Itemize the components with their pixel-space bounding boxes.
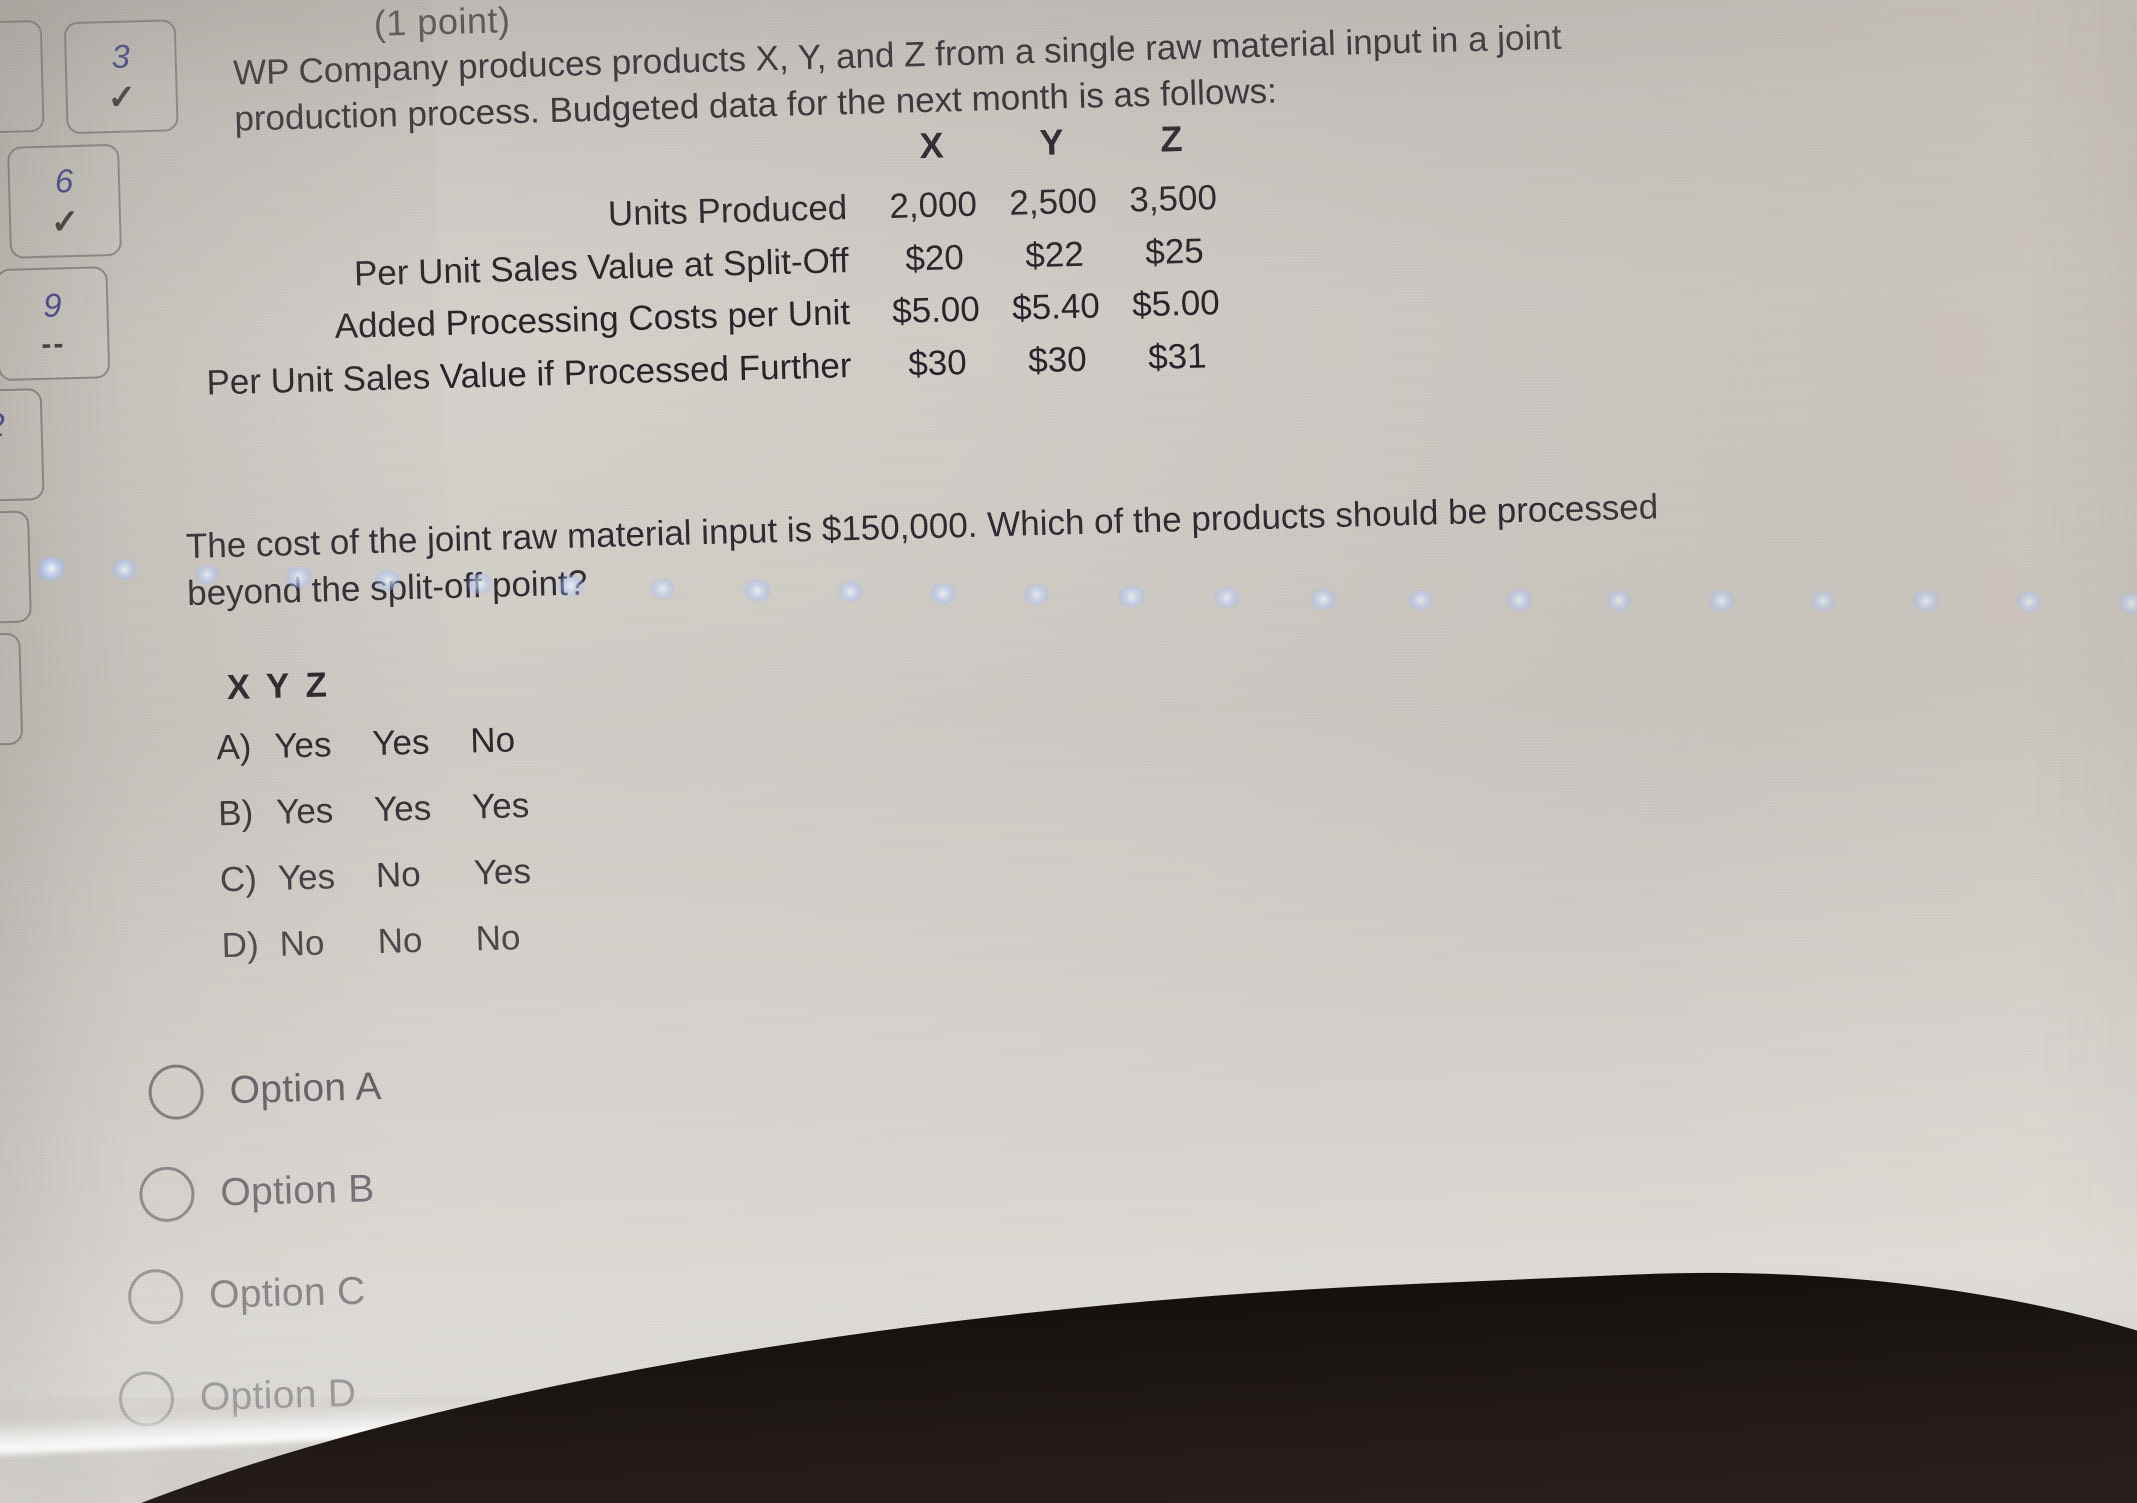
cell-value: $22 bbox=[1024, 234, 1085, 275]
column-header-y: Y bbox=[1038, 121, 1065, 163]
option-label: Option A bbox=[229, 1064, 383, 1112]
choice-cell-x: Yes bbox=[275, 791, 334, 832]
answer-choice-c: C) Yes No Yes bbox=[219, 851, 572, 901]
choice-cell-z: Yes bbox=[471, 785, 530, 827]
key-header-x: X bbox=[226, 667, 267, 708]
radio-button-option-a[interactable] bbox=[147, 1063, 205, 1121]
question-stem-continued: The cost of the joint raw material input… bbox=[185, 487, 1659, 613]
choice-cell-z: No bbox=[469, 720, 516, 761]
sidebar-question-card-partial[interactable] bbox=[0, 632, 24, 748]
question-points-header: (1 point) bbox=[373, 0, 511, 44]
question-number: 3 bbox=[110, 36, 131, 75]
column-header-x: X bbox=[918, 124, 945, 167]
question-number: 6 bbox=[54, 161, 74, 200]
sidebar-question-card-12[interactable]: 12 ✓ bbox=[0, 387, 45, 503]
cell-value: $30 bbox=[1027, 339, 1088, 381]
option-row-a[interactable]: Option A bbox=[147, 1059, 383, 1121]
answered-check-icon: ✓ bbox=[0, 446, 3, 486]
choice-tag: A) bbox=[215, 727, 252, 768]
question-navigator-sidebar: 2 ✓ 3 ✓ 6 ✓ 9 -- 12 ✓ bbox=[0, 0, 2118, 748]
choice-cell-x: No bbox=[279, 923, 325, 964]
question-number: 9 bbox=[42, 285, 63, 324]
choice-tag: C) bbox=[219, 859, 258, 900]
radio-button-option-c[interactable] bbox=[127, 1268, 184, 1325]
key-header-y: Y bbox=[265, 665, 306, 707]
answer-choice-d: D) No No No bbox=[221, 917, 574, 967]
key-header-z: Z bbox=[304, 664, 344, 705]
choice-cell-y: Yes bbox=[373, 788, 432, 830]
sidebar-question-card-2[interactable]: 2 ✓ bbox=[0, 19, 45, 135]
choice-cells: Yes Yes No bbox=[274, 719, 569, 767]
choice-tag: B) bbox=[217, 793, 254, 834]
choice-cell-y: No bbox=[375, 854, 422, 896]
option-label: Option B bbox=[219, 1166, 376, 1214]
choice-cell-x: Yes bbox=[273, 725, 332, 766]
answer-choice-key: XYZ A) Yes Yes No B) Yes Yes Yes C) Yes … bbox=[214, 659, 575, 992]
cell-value: $30 bbox=[907, 342, 968, 384]
choice-cell-z: No bbox=[475, 918, 521, 959]
cell-value: 2,500 bbox=[1008, 181, 1098, 223]
choice-cell-x: Yes bbox=[277, 857, 336, 898]
radio-button-option-b[interactable] bbox=[138, 1166, 196, 1223]
option-row-b[interactable]: Option B bbox=[138, 1161, 385, 1223]
question-number: 12 bbox=[0, 405, 6, 444]
answered-check-icon: ✓ bbox=[106, 77, 137, 117]
cell-value: $31 bbox=[1147, 336, 1208, 377]
choice-cell-y: Yes bbox=[371, 722, 430, 764]
answer-choice-b: B) Yes Yes Yes bbox=[218, 785, 571, 835]
column-header-z: Z bbox=[1159, 118, 1184, 160]
choice-cell-y: No bbox=[377, 920, 423, 962]
sidebar-question-card-5[interactable]: 5 bbox=[0, 510, 32, 626]
sidebar-question-card-9[interactable]: 9 -- bbox=[0, 266, 111, 382]
option-label: Option C bbox=[208, 1269, 367, 1317]
cell-value: $5.00 bbox=[891, 289, 981, 332]
answered-check-icon: ✓ bbox=[50, 202, 80, 242]
cell-value: $5.00 bbox=[1131, 283, 1221, 325]
choice-tag: D) bbox=[221, 925, 260, 966]
cell-value: $20 bbox=[904, 237, 965, 279]
answer-key-headers: XYZ bbox=[226, 659, 567, 708]
unanswered-dash-icon: -- bbox=[40, 326, 66, 361]
answer-choice-a: A) Yes Yes No bbox=[216, 719, 569, 769]
sidebar-question-card-3[interactable]: 3 ✓ bbox=[63, 19, 179, 135]
option-row-c[interactable]: Option C bbox=[127, 1263, 387, 1325]
cell-value: 2,000 bbox=[888, 184, 978, 226]
choice-cells: No No No bbox=[279, 917, 574, 965]
choice-cell-z: Yes bbox=[473, 851, 532, 893]
cell-value: $5.40 bbox=[1011, 286, 1101, 328]
cell-value: $25 bbox=[1144, 231, 1205, 272]
choice-cells: Yes No Yes bbox=[277, 851, 572, 899]
sidebar-question-card-6[interactable]: 6 ✓ bbox=[7, 143, 123, 259]
budgeted-data-table: X Y Z Units Produced 2,000 2,500 3,500 P… bbox=[200, 111, 1238, 410]
cell-value: 3,500 bbox=[1128, 178, 1218, 220]
photographed-screen: 2 ✓ 3 ✓ 6 ✓ 9 -- 12 ✓ bbox=[0, 0, 2137, 1503]
choice-cells: Yes Yes Yes bbox=[276, 785, 571, 833]
answered-check-icon: ✓ bbox=[0, 78, 3, 118]
